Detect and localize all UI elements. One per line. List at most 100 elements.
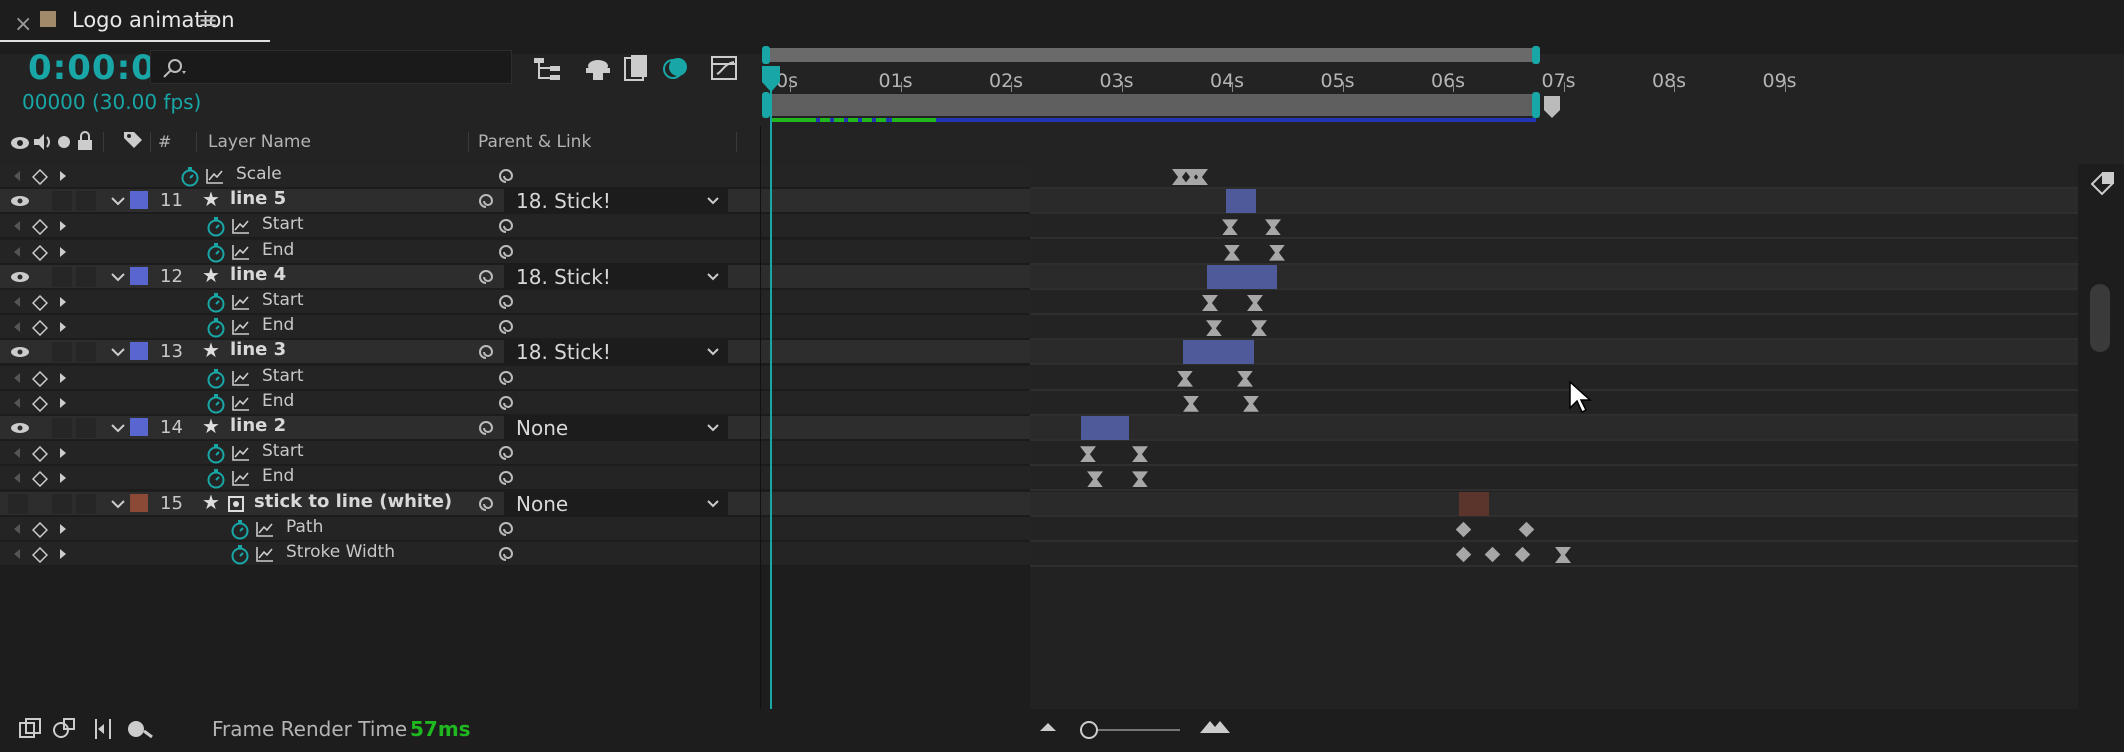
stopwatch-icon[interactable] [206,468,226,490]
graph-editor-icon[interactable] [710,54,740,84]
chevron-down-icon[interactable] [110,346,126,358]
pick-whip-icon[interactable] [476,495,496,513]
prev-keyframe-icon[interactable] [12,397,22,409]
pick-whip-icon[interactable] [496,469,516,487]
prev-keyframe-icon[interactable] [12,321,22,333]
graph-icon[interactable] [232,244,250,260]
parent-dropdown[interactable]: None [504,491,728,516]
modes-toggle-icon[interactable] [52,717,76,741]
next-keyframe-icon[interactable] [58,447,68,459]
prev-keyframe-icon[interactable] [12,523,22,535]
pick-whip-icon[interactable] [476,268,496,286]
easy-ease-keyframe[interactable] [1269,244,1285,261]
layer-duration-bar[interactable] [1207,264,1277,289]
lock-toggle[interactable] [76,493,96,514]
visibility-eye-icon[interactable] [10,420,30,436]
prev-keyframe-icon[interactable] [12,372,22,384]
visibility-eye-icon[interactable] [10,193,30,209]
chevron-down-icon[interactable] [110,195,126,207]
pick-whip-icon[interactable] [496,243,516,261]
parent-dropdown[interactable]: 18. Stick! [504,340,728,365]
label-color-swatch[interactable] [130,493,148,512]
stopwatch-icon[interactable] [206,292,226,314]
add-keyframe-icon[interactable] [32,395,48,412]
layer-name[interactable]: line 2 [230,415,286,436]
stopwatch-icon[interactable] [230,519,250,541]
work-area-start-handle[interactable] [762,92,770,118]
next-keyframe-icon[interactable] [58,472,68,484]
chevron-down-icon[interactable] [110,271,126,283]
property-keyframe-track[interactable] [1030,516,2078,542]
layer-number-header[interactable]: # [158,132,171,151]
add-keyframe-icon[interactable] [32,471,48,488]
graph-icon[interactable] [256,546,274,562]
prev-keyframe-icon[interactable] [12,548,22,560]
parent-dropdown[interactable]: 18. Stick! [504,189,728,214]
navigator-end-handle[interactable] [1532,46,1540,64]
property-keyframe-track[interactable] [1030,390,2078,416]
layer-duration-track[interactable] [1030,491,2078,517]
label-tag-icon[interactable] [122,130,144,152]
easy-ease-keyframe[interactable] [1265,219,1281,236]
parent-dropdown[interactable]: 18. Stick! [504,264,728,289]
layer-switches-toggle-icon[interactable] [18,717,42,741]
easy-ease-keyframe[interactable] [1080,446,1096,463]
property-keyframe-track[interactable] [1030,542,2078,567]
next-keyframe-icon[interactable] [58,220,68,232]
property-name[interactable]: End [262,391,294,411]
property-keyframe-track[interactable] [1030,239,2078,265]
property-row[interactable]: Start [0,365,1030,391]
easy-ease-keyframe[interactable] [1237,370,1253,387]
easy-ease-keyframe[interactable] [1555,547,1571,563]
easy-ease-keyframe[interactable] [1222,219,1238,236]
layer-row[interactable]: 12 ★ line 4 18. Stick! [0,263,1030,290]
property-row[interactable]: Scale [0,164,1030,189]
zoom-in-icon[interactable] [1198,717,1232,735]
add-keyframe-icon[interactable] [32,370,48,387]
property-keyframe-track[interactable] [1030,214,2078,240]
linear-keyframe[interactable] [1455,521,1472,538]
pick-whip-icon[interactable] [496,520,516,538]
layer-row[interactable]: 14 ★ line 2 None [0,414,1030,441]
stopwatch-icon[interactable] [206,368,226,390]
prev-keyframe-icon[interactable] [12,170,22,182]
add-keyframe-icon[interactable] [32,521,48,538]
easy-ease-keyframe[interactable] [1224,244,1240,261]
vertical-scrollbar-thumb[interactable] [2090,284,2110,352]
layer-duration-bar[interactable] [1183,340,1254,365]
add-keyframe-icon[interactable] [32,295,48,311]
property-name[interactable]: End [262,315,294,335]
add-keyframe-icon[interactable] [32,169,48,185]
solo-toggle[interactable] [52,342,72,363]
label-color-swatch[interactable] [130,191,148,210]
easy-ease-keyframe[interactable] [1087,471,1103,488]
stopwatch-icon[interactable] [206,393,226,415]
property-keyframe-track[interactable] [1030,290,2078,315]
easy-ease-keyframe[interactable] [1183,395,1199,412]
solo-switch-icon[interactable] [56,134,72,150]
property-name[interactable]: Start [262,214,304,234]
next-keyframe-icon[interactable] [58,170,68,182]
lock-toggle[interactable] [76,342,96,363]
property-name[interactable]: Start [262,441,304,461]
lock-toggle[interactable] [76,191,96,212]
layer-duration-track[interactable] [1030,189,2078,215]
layer-row[interactable]: 11 ★ line 5 18. Stick! [0,187,1030,215]
pick-whip-icon[interactable] [496,394,516,412]
layer-duration-bar[interactable] [1459,491,1489,516]
label-color-swatch[interactable] [130,342,148,361]
shy-layers-icon[interactable] [584,54,612,84]
linear-keyframe[interactable] [1518,521,1535,538]
graph-icon[interactable] [232,218,250,235]
add-keyframe-icon[interactable] [32,446,48,463]
easy-ease-keyframe[interactable] [1192,169,1208,185]
add-keyframe-icon[interactable] [32,219,48,236]
stopwatch-icon[interactable] [206,443,226,465]
pick-whip-icon[interactable] [496,545,516,563]
graph-icon[interactable] [206,168,224,184]
layer-name[interactable]: line 5 [230,188,286,209]
easy-ease-keyframe[interactable] [1251,320,1267,337]
add-keyframe-icon[interactable] [32,547,48,563]
label-color-swatch[interactable] [130,266,148,285]
frame-blending-icon[interactable] [622,54,650,84]
